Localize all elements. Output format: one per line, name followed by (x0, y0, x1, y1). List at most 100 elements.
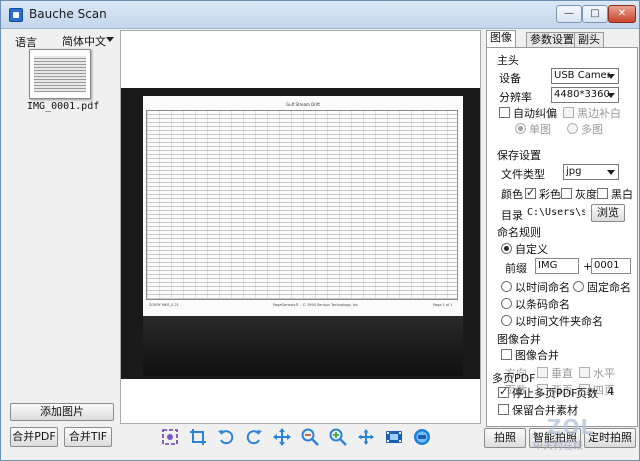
document-title: Gulf Stream Drift (286, 102, 320, 107)
merge-title: 图像合并 (497, 333, 541, 346)
preview-toolbar (156, 427, 446, 449)
bw-option-label: 黑白 (611, 188, 633, 201)
language-label: 语言 (15, 36, 37, 49)
keep-material-checkbox[interactable] (498, 404, 509, 415)
minimize-button[interactable]: — (556, 5, 582, 23)
save-settings-title: 保存设置 (497, 149, 541, 162)
thumbnail-caption: IMG_0001.pdf (27, 101, 100, 112)
naming-title: 命名规则 (497, 226, 541, 239)
multi-image-radio[interactable] (567, 123, 578, 134)
window-title: Bauche Scan (29, 7, 107, 21)
settings-tabs: 图像 参数设置 副头 (486, 30, 636, 48)
time-name-radio[interactable] (501, 281, 512, 292)
counter-value: 0001 (594, 260, 620, 271)
tab-image[interactable]: 图像 (486, 30, 516, 48)
device-select[interactable]: USB Camera (551, 68, 619, 84)
fixed-name-label: 固定命名 (587, 281, 631, 294)
resolution-value: 4480*3360 (554, 89, 610, 100)
app-window: Bauche Scan — □ ✕ 语言 简体中文 IMG_0001.pdf 添… (0, 0, 640, 461)
horizontal-checkbox[interactable] (579, 367, 590, 378)
file-type-select[interactable]: jpg (563, 164, 619, 180)
bw-checkbox[interactable] (597, 188, 608, 199)
time-folder-label: 以时间文件夹命名 (515, 315, 603, 328)
gray-option-label: 灰度 (575, 188, 597, 201)
shoot-button[interactable]: 拍照 (484, 428, 526, 448)
prefix-label: 前缀 (505, 262, 527, 275)
tab-secondary-camera[interactable]: 副头 (574, 32, 604, 48)
directory-value: C:\Users\sd (527, 207, 585, 218)
vertical-label: 垂直 (551, 367, 573, 380)
merge-pdf-button[interactable]: 合并PDF (10, 427, 58, 447)
color-checkbox[interactable] (525, 186, 536, 199)
black-edge-label: 黑边补白 (577, 107, 621, 120)
custom-name-radio[interactable] (501, 243, 512, 254)
left-panel: 语言 简体中文 IMG_0001.pdf 添加图片 合并PDF 合并TIF (1, 29, 119, 461)
main-camera-title: 主头 (497, 54, 519, 67)
record-icon[interactable] (412, 427, 432, 447)
gray-checkbox[interactable] (561, 188, 572, 199)
close-button[interactable]: ✕ (608, 5, 636, 23)
focus-icon[interactable] (160, 427, 180, 447)
document-page: Gulf Stream Drift ZOERY MKS_0.21 PageGen… (143, 96, 463, 316)
fixed-name-radio[interactable] (573, 281, 584, 292)
chevron-down-icon (607, 74, 615, 79)
rotate-right-icon[interactable] (244, 427, 264, 447)
vertical-checkbox[interactable] (537, 367, 548, 378)
zol-watermark-logo: ZOL (547, 415, 595, 439)
color-label: 颜色 (501, 188, 523, 201)
barcode-name-radio[interactable] (501, 298, 512, 309)
single-image-radio[interactable] (515, 123, 526, 134)
multi-image-label: 多图 (581, 123, 603, 136)
device-label: 设备 (499, 72, 521, 85)
time-folder-radio[interactable] (501, 315, 512, 326)
rotate-left-icon[interactable] (216, 427, 236, 447)
time-name-label: 以时间命名 (515, 281, 570, 294)
page-shadow (143, 316, 463, 376)
color-option-label: 彩色 (539, 188, 561, 201)
auto-correct-checkbox[interactable] (499, 107, 510, 118)
directory-label: 目录 (501, 209, 523, 222)
add-image-button[interactable]: 添加图片 (10, 403, 114, 421)
zol-watermark-text: 中关村在线 (533, 441, 583, 452)
tab-parameters[interactable]: 参数设置 (526, 32, 578, 48)
resolution-label: 分辨率 (499, 91, 532, 104)
zoom-in-icon[interactable] (328, 427, 348, 447)
title-bar[interactable]: Bauche Scan — □ ✕ (1, 1, 639, 29)
horizontal-label: 水平 (593, 367, 615, 380)
document-footer-center: PageGenesis® - © 1990 Serious Technology… (273, 303, 359, 307)
counter-input[interactable]: 0001 (591, 258, 631, 274)
crop-icon[interactable] (188, 427, 208, 447)
maximize-button[interactable]: □ (582, 5, 608, 23)
auto-correct-label: 自动纠偏 (513, 107, 557, 120)
thumbnail-image (34, 56, 86, 92)
prefix-input[interactable]: IMG (535, 258, 579, 274)
document-footer-left: ZOERY MKS_0.21 (149, 303, 179, 307)
document-thumbnail[interactable] (29, 49, 91, 99)
language-select[interactable]: 简体中文 (61, 32, 115, 49)
language-value: 简体中文 (62, 35, 106, 48)
merge-checkbox[interactable] (501, 349, 512, 360)
scan-image: Gulf Stream Drift ZOERY MKS_0.21 PageGen… (121, 88, 480, 379)
pdf-pages-label: 页数 (576, 387, 598, 400)
multipage-pdf-title: 多页PDF (492, 372, 536, 385)
move-icon[interactable] (272, 427, 292, 447)
browse-button[interactable]: 浏览 (591, 204, 625, 222)
film-icon[interactable] (384, 427, 404, 447)
chevron-down-icon (607, 93, 615, 98)
preview-area[interactable]: Gulf Stream Drift ZOERY MKS_0.21 PageGen… (120, 30, 481, 424)
stop-multipage-checkbox[interactable] (498, 385, 509, 398)
prefix-value: IMG (538, 260, 558, 271)
merge-tif-button[interactable]: 合并TIF (64, 427, 112, 447)
file-type-value: jpg (566, 166, 582, 177)
pdf-pages-value: 4 (607, 385, 614, 398)
merge-label: 图像合并 (515, 349, 559, 362)
black-edge-checkbox[interactable] (563, 107, 574, 118)
chevron-down-icon (607, 170, 615, 175)
resolution-select[interactable]: 4480*3360 (551, 87, 619, 103)
zoom-out-icon[interactable] (300, 427, 320, 447)
file-type-label: 文件类型 (501, 168, 545, 181)
stop-multipage-label: 停止多页PDF (512, 387, 578, 400)
barcode-name-label: 以条码命名 (515, 298, 570, 311)
custom-name-label: 自定义 (515, 243, 548, 256)
fit-icon[interactable] (356, 427, 376, 447)
